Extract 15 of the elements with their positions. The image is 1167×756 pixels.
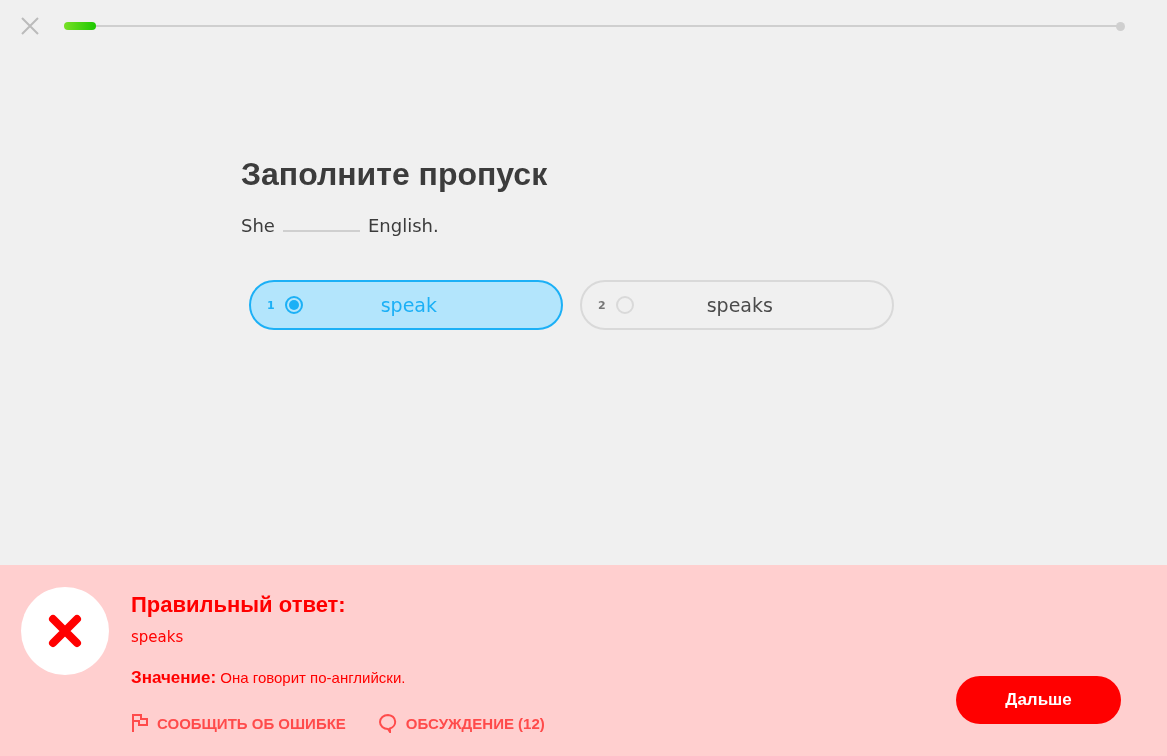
- discussion-link[interactable]: ОБСУЖДЕНИЕ (12): [377, 713, 545, 733]
- sentence-word: She: [241, 215, 275, 236]
- feedback-heading: Правильный ответ:: [131, 592, 347, 618]
- answer-choice[interactable]: 2 speaks: [580, 280, 894, 330]
- speech-bubble-icon: [377, 713, 398, 733]
- answer-choice[interactable]: 1 speak: [249, 280, 563, 330]
- continue-button[interactable]: Дальше: [956, 676, 1121, 724]
- close-icon[interactable]: [20, 16, 40, 36]
- sentence-word: English.: [367, 215, 439, 236]
- cross-icon: [48, 614, 82, 648]
- report-link[interactable]: СООБЩИТЬ ОБ ОШИБКЕ: [131, 713, 346, 733]
- meaning-text: Значение: Она говорит по-английски.: [131, 668, 407, 688]
- exercise-title: Заполните пропуск: [241, 156, 549, 193]
- flag-icon: [131, 713, 149, 733]
- correct-answer: speaks: [131, 628, 185, 646]
